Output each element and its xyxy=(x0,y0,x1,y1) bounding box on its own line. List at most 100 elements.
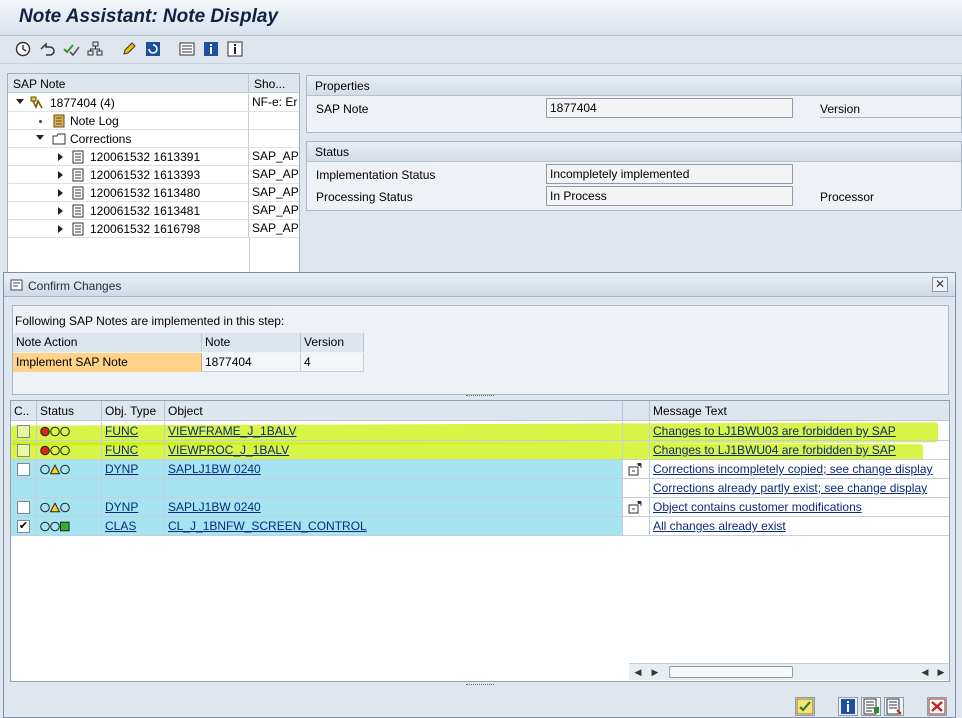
row-checkbox-checked[interactable]: ✔ xyxy=(17,520,30,533)
notes-header-note[interactable]: Note xyxy=(202,333,301,352)
col-header-message[interactable]: Message Text xyxy=(650,401,949,421)
scroll-left-icon[interactable]: ◀ xyxy=(632,666,644,678)
col-header-object[interactable]: Object xyxy=(165,401,623,421)
message-link[interactable]: Corrections incompletely copied; see cha… xyxy=(653,462,933,476)
table-row[interactable]: FUNC VIEWFRAME_J_1BALV Changes to LJ1BWU… xyxy=(11,422,949,441)
expand-icon[interactable] xyxy=(58,189,63,197)
scroll-right-end-icon[interactable]: ▶ xyxy=(935,666,947,678)
notes-intro: Following SAP Notes are implemented in t… xyxy=(15,314,285,328)
checkmarks-icon[interactable] xyxy=(62,40,80,58)
tree-row-note-log[interactable]: Note Log xyxy=(8,112,299,130)
table-row[interactable]: DYNP SAPLJ1BW 0240 Corrections incomplet… xyxy=(11,460,949,479)
tree-header-short-text[interactable]: Sho... xyxy=(249,74,299,93)
splitter-handle[interactable] xyxy=(466,395,494,398)
implemented-notes-box: Following SAP Notes are implemented in t… xyxy=(12,305,949,395)
change-display-button[interactable] xyxy=(861,697,881,716)
properties-title: Properties xyxy=(307,76,961,96)
status-title: Status xyxy=(307,142,961,162)
col-header-obj-type[interactable]: Obj. Type xyxy=(102,401,165,421)
document-icon xyxy=(72,204,84,218)
object-link[interactable]: CL_J_1BNFW_SCREEN_CONTROL xyxy=(168,519,367,533)
notes-header-version[interactable]: Version xyxy=(301,333,364,352)
clock-check-icon[interactable] xyxy=(14,40,32,58)
obj-type-link[interactable]: DYNP xyxy=(105,462,138,476)
hierarchy-icon[interactable] xyxy=(86,40,104,58)
object-link[interactable]: SAPLJ1BW 0240 xyxy=(168,462,261,476)
tree-row-correction[interactable]: 120061532 1613480 SAP_AP xyxy=(8,184,299,202)
collapse-icon[interactable] xyxy=(16,99,24,104)
notes-header-action[interactable]: Note Action xyxy=(13,333,202,352)
undo-arrow-icon[interactable] xyxy=(38,40,56,58)
tree-row-note[interactable]: 1877404 (4) NF-e: Er xyxy=(8,94,299,112)
expand-icon[interactable] xyxy=(58,207,63,215)
row-checkbox[interactable] xyxy=(17,444,30,457)
status-group: Status Implementation Status Incompletel… xyxy=(306,141,962,211)
confirm-button[interactable] xyxy=(795,697,815,716)
object-link[interactable]: VIEWFRAME_J_1BALV xyxy=(168,424,296,438)
object-link[interactable]: SAPLJ1BW 0240 xyxy=(168,500,261,514)
tree-label: 1877404 (4) xyxy=(50,96,115,110)
confirm-check-icon xyxy=(796,698,814,715)
cancel-button[interactable] xyxy=(927,697,947,716)
objects-table: C.. Status Obj. Type Object Message Text… xyxy=(10,400,950,682)
splitter-handle[interactable] xyxy=(466,684,494,687)
sap-note-field[interactable]: 1877404 xyxy=(546,98,793,118)
dialog-icon xyxy=(10,279,23,291)
tree-short-text: SAP_AP xyxy=(249,220,299,238)
obj-type-link[interactable]: FUNC xyxy=(105,424,138,438)
tree-row-correction[interactable]: 120061532 1613391 SAP_AP xyxy=(8,148,299,166)
tree-short-text: SAP_AP xyxy=(249,202,299,220)
message-link[interactable]: Object contains customer modifications xyxy=(653,500,862,514)
object-link[interactable]: VIEWPROC_J_1BALV xyxy=(168,443,289,457)
expand-icon[interactable] xyxy=(58,153,63,161)
table-row[interactable]: ✔ CLAS CL_J_1BNFW_SCREEN_CONTROL All cha… xyxy=(11,517,949,536)
collapse-icon[interactable] xyxy=(36,135,44,140)
document-icon xyxy=(72,168,84,182)
list-icon[interactable] xyxy=(178,40,196,58)
scroll-left-end-icon[interactable]: ◀ xyxy=(919,666,931,678)
notes-cell-action[interactable]: Implement SAP Note xyxy=(13,353,202,372)
implementation-status-field[interactable]: Incompletely implemented xyxy=(546,164,793,184)
tree-row-corrections[interactable]: Corrections xyxy=(8,130,299,148)
refresh-icon[interactable] xyxy=(144,40,162,58)
edit-object-icon[interactable] xyxy=(628,500,643,514)
info-dark-icon[interactable] xyxy=(226,40,244,58)
pencil-icon[interactable] xyxy=(120,40,138,58)
scroll-thumb[interactable] xyxy=(669,666,793,678)
message-link[interactable]: Corrections already partly exist; see ch… xyxy=(653,481,927,495)
table-row[interactable]: DYNP SAPLJ1BW 0240 Object contains custo… xyxy=(11,498,949,517)
tree-row-correction[interactable]: 120061532 1613481 SAP_AP xyxy=(8,202,299,220)
edit-object-icon[interactable] xyxy=(628,462,643,476)
row-checkbox[interactable] xyxy=(17,501,30,514)
tree-label: 120061532 1613393 xyxy=(90,168,201,182)
obj-type-link[interactable]: DYNP xyxy=(105,500,138,514)
expand-icon[interactable] xyxy=(58,171,63,179)
col-header-confirm[interactable]: C.. xyxy=(11,401,37,421)
tree-header-sap-note[interactable]: SAP Note xyxy=(8,74,249,93)
row-checkbox[interactable] xyxy=(17,425,30,438)
tree-row-correction[interactable]: 120061532 1616798 SAP_AP xyxy=(8,220,299,238)
message-link[interactable]: All changes already exist xyxy=(653,519,786,533)
table-row[interactable]: FUNC VIEWPROC_J_1BALV Changes to LJ1BWU0… xyxy=(11,441,949,460)
message-link[interactable]: Changes to LJ1BWU03 are forbidden by SAP xyxy=(653,424,896,438)
traffic-light-red-icon xyxy=(40,426,70,437)
implementation-status-label: Implementation Status xyxy=(316,168,436,182)
close-icon[interactable]: ✕ xyxy=(932,277,948,292)
info-icon[interactable] xyxy=(202,40,220,58)
col-header-edit[interactable] xyxy=(623,401,650,421)
row-checkbox[interactable] xyxy=(17,463,30,476)
scroll-right-icon[interactable]: ▶ xyxy=(649,666,661,678)
col-header-status[interactable]: Status xyxy=(37,401,102,421)
horizontal-scrollbar[interactable]: ◀ ▶ ◀ ▶ xyxy=(629,663,949,680)
table-row[interactable]: Corrections already partly exist; see ch… xyxy=(11,479,949,498)
info-button[interactable] xyxy=(838,697,858,716)
title-bar: Note Assistant: Note Display xyxy=(0,0,962,36)
dialog-title-bar: Confirm Changes ✕ xyxy=(4,273,955,297)
tree-row-correction[interactable]: 120061532 1613393 SAP_AP xyxy=(8,166,299,184)
obj-type-link[interactable]: FUNC xyxy=(105,443,138,457)
message-link[interactable]: Changes to LJ1BWU04 are forbidden by SAP xyxy=(653,443,896,457)
processing-status-field[interactable]: In Process xyxy=(546,186,793,206)
details-button[interactable] xyxy=(884,697,904,716)
obj-type-link[interactable]: CLAS xyxy=(105,519,136,533)
expand-icon[interactable] xyxy=(58,225,63,233)
